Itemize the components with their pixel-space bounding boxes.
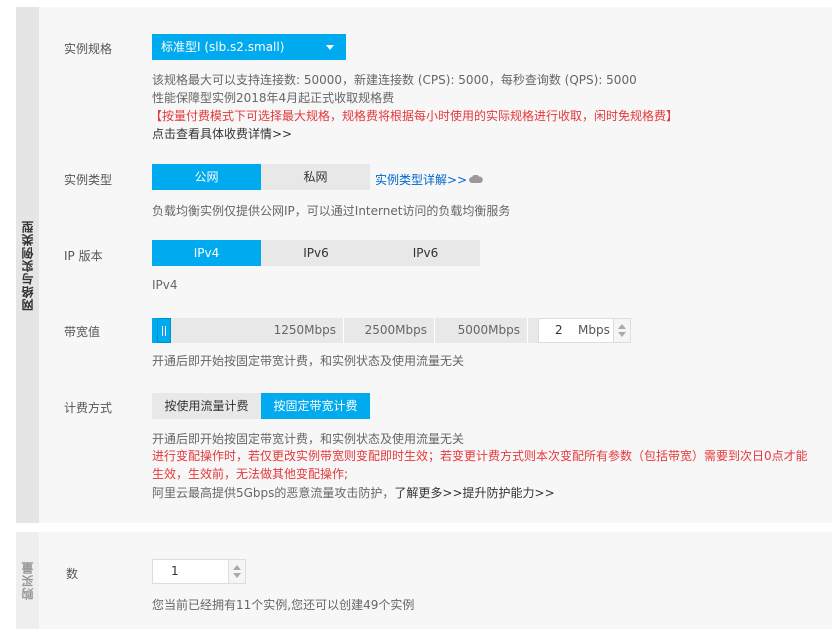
- ip-version-ipv6[interactable]: IPv6: [261, 240, 371, 266]
- ip-version-ipv4[interactable]: IPv4: [152, 240, 261, 266]
- section-title: 购买量: [21, 561, 35, 600]
- section-title: 网络与实例类型: [21, 219, 35, 311]
- learn-more-link[interactable]: 了解更多>>: [394, 486, 462, 500]
- upgrade-protection-link[interactable]: 提升防护能力>>: [463, 486, 555, 500]
- billing-label: 计费方式: [64, 401, 113, 415]
- bandwidth-unit: Mbps: [578, 323, 610, 337]
- slider-tick-1250: 1250Mbps: [152, 318, 344, 343]
- instance-type-public[interactable]: 公网: [152, 164, 261, 190]
- quantity-desc: 您当前已经拥有11个实例,您还可以创建49个实例: [152, 598, 415, 612]
- bandwidth-desc: 开通后即开始按固定带宽计费，和实例状态及使用流量无关: [152, 354, 465, 368]
- stepper-up-icon[interactable]: [233, 565, 241, 570]
- billing-desc: 开通后即开始按固定带宽计费，和实例状态及使用流量无关: [152, 432, 465, 446]
- instance-type-label: 实例类型: [64, 173, 113, 187]
- spec-warning: 【按量付费模式下可选择最大规格，规格费将根据每小时使用的实际规格进行收取，闲时免…: [150, 109, 679, 123]
- protect-text: 阿里云最高提供5Gbps的恶意流量攻击防护，了解更多>>提升防护能力>>: [152, 484, 555, 501]
- ip-version-label: IP 版本: [64, 249, 103, 263]
- bandwidth-value: 2: [555, 323, 563, 337]
- instance-type-desc: 负载均衡实例仅提供公网IP，可以通过Internet访问的负载均衡服务: [152, 204, 511, 218]
- spec-selected: 标准型I (slb.s2.small): [161, 40, 285, 54]
- stepper-up-icon[interactable]: [618, 324, 626, 329]
- ip-version-ipv6-alt[interactable]: IPv6: [371, 240, 480, 266]
- slider-tick-5000: 5000Mbps: [435, 318, 528, 343]
- quantity-label: 数: [66, 567, 79, 581]
- quantity-value: 1: [171, 564, 179, 578]
- billing-by-traffic[interactable]: 按使用流量计费: [152, 393, 261, 419]
- billing-warning-2: 生效，生效前，无法做其他变配操作;: [152, 467, 349, 481]
- billing-by-bandwidth[interactable]: 按固定带宽计费: [261, 393, 370, 419]
- spec-dropdown[interactable]: 标准型I (slb.s2.small): [152, 34, 346, 60]
- purchase-quantity-section: 购买量: [16, 532, 832, 629]
- cloud-icon: [469, 175, 483, 183]
- stepper-down-icon[interactable]: [618, 332, 626, 337]
- bandwidth-stepper: [613, 319, 630, 342]
- section-sidebar: 购买量: [16, 532, 39, 629]
- billing-warning-1: 进行变配操作时，若仅更改实例带宽则变配即时生效；若变更计费方式则本次变配所有参数…: [152, 449, 808, 463]
- protect-desc: 阿里云最高提供5Gbps的恶意流量攻击防护，: [152, 486, 395, 500]
- spec-label: 实例规格: [64, 42, 113, 56]
- spec-desc-1: 该规格最大可以支持连接数: 50000，新建连接数 (CPS): 5000，每秒…: [152, 73, 637, 87]
- slider-tick-2500: 2500Mbps: [344, 318, 435, 343]
- bandwidth-slider[interactable]: 1250Mbps 2500Mbps 5000Mbps: [152, 318, 538, 343]
- bandwidth-label: 带宽值: [64, 325, 101, 339]
- fee-detail-link[interactable]: 点击查看具体收费详情>>: [152, 125, 292, 142]
- section-sidebar: 网络与实例类型: [16, 7, 39, 523]
- stepper-down-icon[interactable]: [233, 573, 241, 578]
- spec-desc-2: 性能保障型实例2018年4月起正式收取规格费: [152, 91, 395, 105]
- quantity-stepper[interactable]: 1: [152, 559, 246, 584]
- ip-version-value: IPv4: [152, 278, 178, 292]
- instance-type-private[interactable]: 私网: [261, 164, 370, 190]
- chevron-down-icon: [326, 45, 334, 50]
- quantity-spinner: [228, 560, 245, 583]
- instance-type-detail-link[interactable]: 实例类型详解>>: [375, 171, 467, 188]
- bandwidth-input[interactable]: 2 Mbps: [538, 318, 631, 343]
